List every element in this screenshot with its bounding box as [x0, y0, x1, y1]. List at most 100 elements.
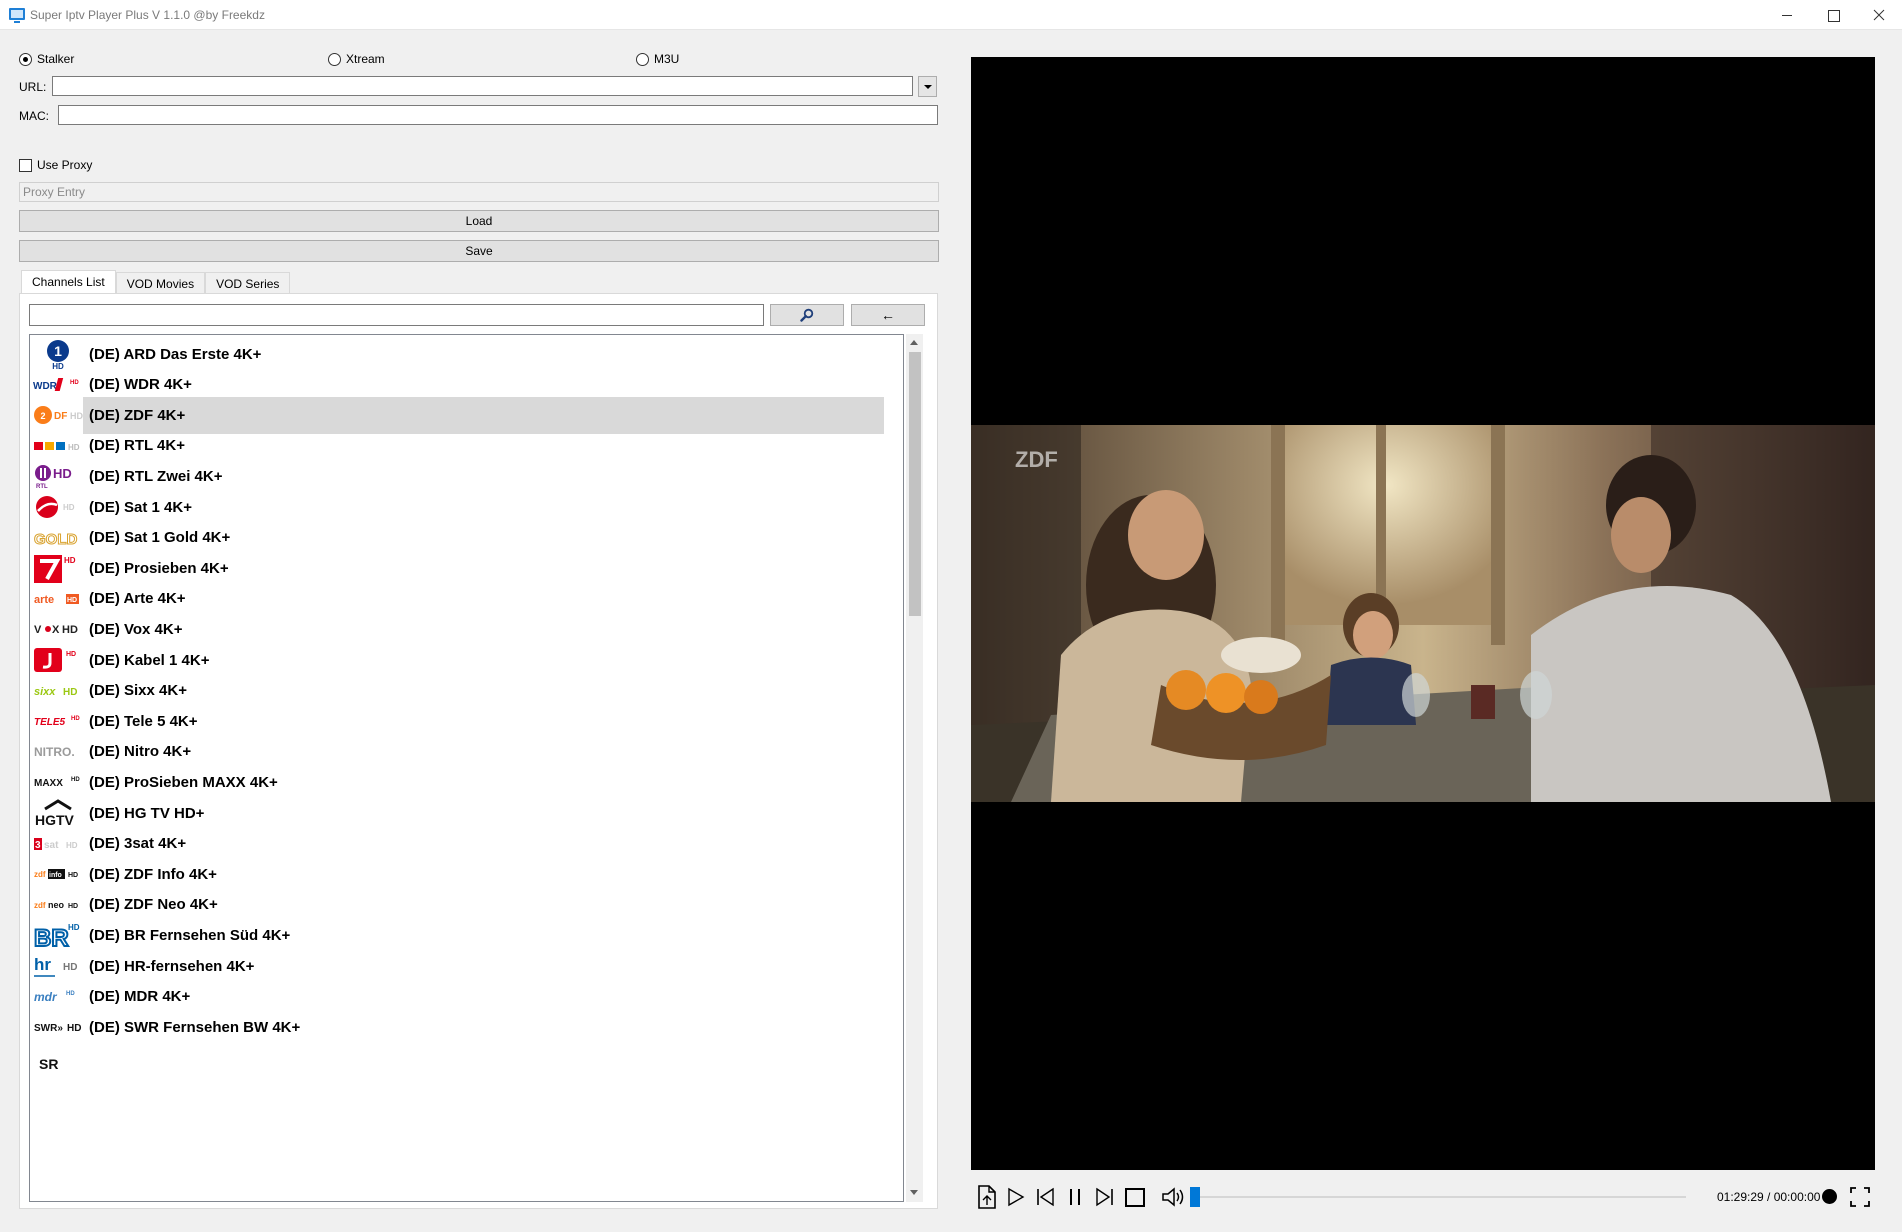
- radio-circle[interactable]: [328, 52, 341, 66]
- zdf-info-logo-icon: zdf info HD: [33, 859, 83, 890]
- radio-m3u[interactable]: M3U: [636, 52, 679, 66]
- svg-text:HD: HD: [70, 380, 79, 386]
- svg-text:sat: sat: [44, 840, 59, 851]
- radio-circle[interactable]: [19, 52, 32, 66]
- prosieben-logo-icon: HD: [33, 553, 83, 584]
- radio-stalker[interactable]: Stalker: [19, 52, 74, 66]
- scroll-down-icon[interactable]: [910, 1190, 918, 1195]
- svg-text:HD: HD: [71, 777, 80, 783]
- br-logo-icon: BR HD: [33, 920, 83, 951]
- minimize-button[interactable]: [1764, 0, 1810, 30]
- next-icon[interactable]: [1093, 1184, 1117, 1210]
- save-button[interactable]: Save: [19, 240, 939, 262]
- window-title: Super Iptv Player Plus V 1.1.0 @by Freek…: [30, 8, 265, 22]
- tele5-logo-icon: TELE5 HD: [33, 706, 83, 737]
- sat1-gold-logo-icon: GOLD: [33, 522, 83, 553]
- stop-icon[interactable]: [1123, 1184, 1147, 1210]
- search-button[interactable]: [770, 304, 844, 326]
- mac-input[interactable]: [58, 105, 938, 125]
- play-icon[interactable]: [1003, 1184, 1027, 1210]
- svg-text:HD: HD: [70, 411, 83, 421]
- svg-text:1: 1: [54, 343, 62, 359]
- svg-text:HD: HD: [71, 716, 80, 722]
- kabel1-logo-icon: HD: [33, 645, 83, 676]
- mdr-logo-icon: mdr HD: [33, 981, 83, 1012]
- mac-label: MAC:: [19, 109, 49, 123]
- rtl-logo-icon: HD: [33, 430, 83, 461]
- tab-channels-list[interactable]: Channels List: [21, 270, 116, 295]
- player-controls: 01:29:29 / 00:00:00: [971, 1180, 1875, 1214]
- channel-search-input[interactable]: [29, 304, 764, 326]
- svg-text:HD: HD: [62, 624, 78, 636]
- channel-list[interactable]: 1 HD (DE) ARD Das Erste 4K+ WDR HD (DE) WDR 4…: [29, 334, 904, 1202]
- hr-logo-icon: hr HD: [33, 951, 83, 982]
- svg-text:neo: neo: [48, 900, 65, 910]
- url-label: URL:: [19, 80, 47, 94]
- tab-bar: Channels List VOD Movies VOD Series: [21, 270, 291, 295]
- channel-row[interactable]: SWR» HD (DE) SWR Fernsehen BW 4K+: [30, 1009, 890, 1046]
- tab-vod-series[interactable]: VOD Series: [205, 272, 291, 294]
- svg-text:HD: HD: [66, 651, 76, 658]
- record-icon[interactable]: [1822, 1189, 1837, 1204]
- close-icon: [1873, 9, 1885, 21]
- radio-circle[interactable]: [636, 52, 649, 66]
- volume-icon[interactable]: [1161, 1184, 1189, 1210]
- vox-logo-icon: V X HD: [33, 614, 83, 645]
- video-scene-image: [971, 425, 1875, 802]
- url-dropdown-button[interactable]: [918, 76, 937, 97]
- seek-handle[interactable]: [1190, 1187, 1200, 1207]
- svg-text:2: 2: [40, 411, 45, 421]
- svg-text:arte: arte: [34, 594, 54, 606]
- svg-text:HD: HD: [64, 556, 76, 565]
- arte-logo-icon: arte HD: [33, 583, 83, 614]
- back-button[interactable]: ←: [851, 304, 925, 326]
- maximize-button[interactable]: [1810, 0, 1856, 30]
- zdf-logo-icon: 2 DF HD: [33, 400, 83, 431]
- prosieben-maxx-logo-icon: MAXX HD: [33, 767, 83, 798]
- svg-text:info: info: [49, 872, 62, 879]
- svg-text:HD: HD: [68, 872, 78, 879]
- svg-text:SWR»: SWR»: [34, 1023, 63, 1034]
- video-frame: ZDF: [971, 425, 1875, 802]
- svg-text:sixx: sixx: [34, 686, 56, 698]
- radio-label: Stalker: [37, 52, 75, 66]
- hgtv-logo-icon: HGTV: [33, 798, 83, 829]
- open-file-icon[interactable]: [975, 1184, 999, 1210]
- svg-text:HD: HD: [68, 903, 78, 910]
- tab-vod-movies[interactable]: VOD Movies: [115, 272, 206, 294]
- channel-row-partial[interactable]: SR: [30, 1042, 890, 1079]
- svg-text:HD: HD: [63, 503, 75, 512]
- 3sat-logo-icon: 3 sat HD: [33, 828, 83, 859]
- close-button[interactable]: [1856, 0, 1902, 30]
- pause-icon[interactable]: [1063, 1184, 1087, 1210]
- svg-text:HD: HD: [68, 923, 80, 932]
- svg-text:HD: HD: [66, 841, 78, 850]
- svg-text:HD: HD: [68, 443, 80, 452]
- svg-text:HD: HD: [67, 1023, 81, 1034]
- svg-text:HD: HD: [66, 991, 75, 997]
- scroll-thumb[interactable]: [909, 352, 921, 616]
- checkbox-box[interactable]: [19, 158, 32, 172]
- video-player[interactable]: ZDF: [971, 57, 1875, 1170]
- seek-bar[interactable]: [1193, 1196, 1686, 1198]
- title-bar: Super Iptv Player Plus V 1.1.0 @by Freek…: [0, 0, 1902, 30]
- fullscreen-icon[interactable]: [1848, 1184, 1872, 1210]
- load-button[interactable]: Load: [19, 210, 939, 232]
- proxy-entry-input[interactable]: Proxy Entry: [19, 182, 939, 202]
- svg-text:zdf: zdf: [34, 901, 46, 910]
- svg-text:HD: HD: [63, 962, 77, 973]
- use-proxy-checkbox[interactable]: Use Proxy: [19, 158, 92, 172]
- radio-xtream[interactable]: Xtream: [328, 52, 385, 66]
- url-input[interactable]: [52, 76, 913, 96]
- channel-list-scrollbar[interactable]: [906, 334, 923, 1202]
- scroll-up-icon[interactable]: [910, 340, 918, 345]
- previous-icon[interactable]: [1033, 1184, 1057, 1210]
- svg-text:NITRO.: NITRO.: [34, 745, 75, 759]
- svg-text:HD: HD: [53, 466, 72, 481]
- svg-text:zdf: zdf: [34, 870, 46, 879]
- svg-text:X: X: [52, 624, 60, 636]
- svg-text:MAXX: MAXX: [34, 778, 63, 789]
- zdf-watermark: ZDF: [1015, 447, 1058, 472]
- svg-text:GOLD: GOLD: [34, 531, 77, 548]
- nitro-logo-icon: NITRO.: [33, 736, 83, 767]
